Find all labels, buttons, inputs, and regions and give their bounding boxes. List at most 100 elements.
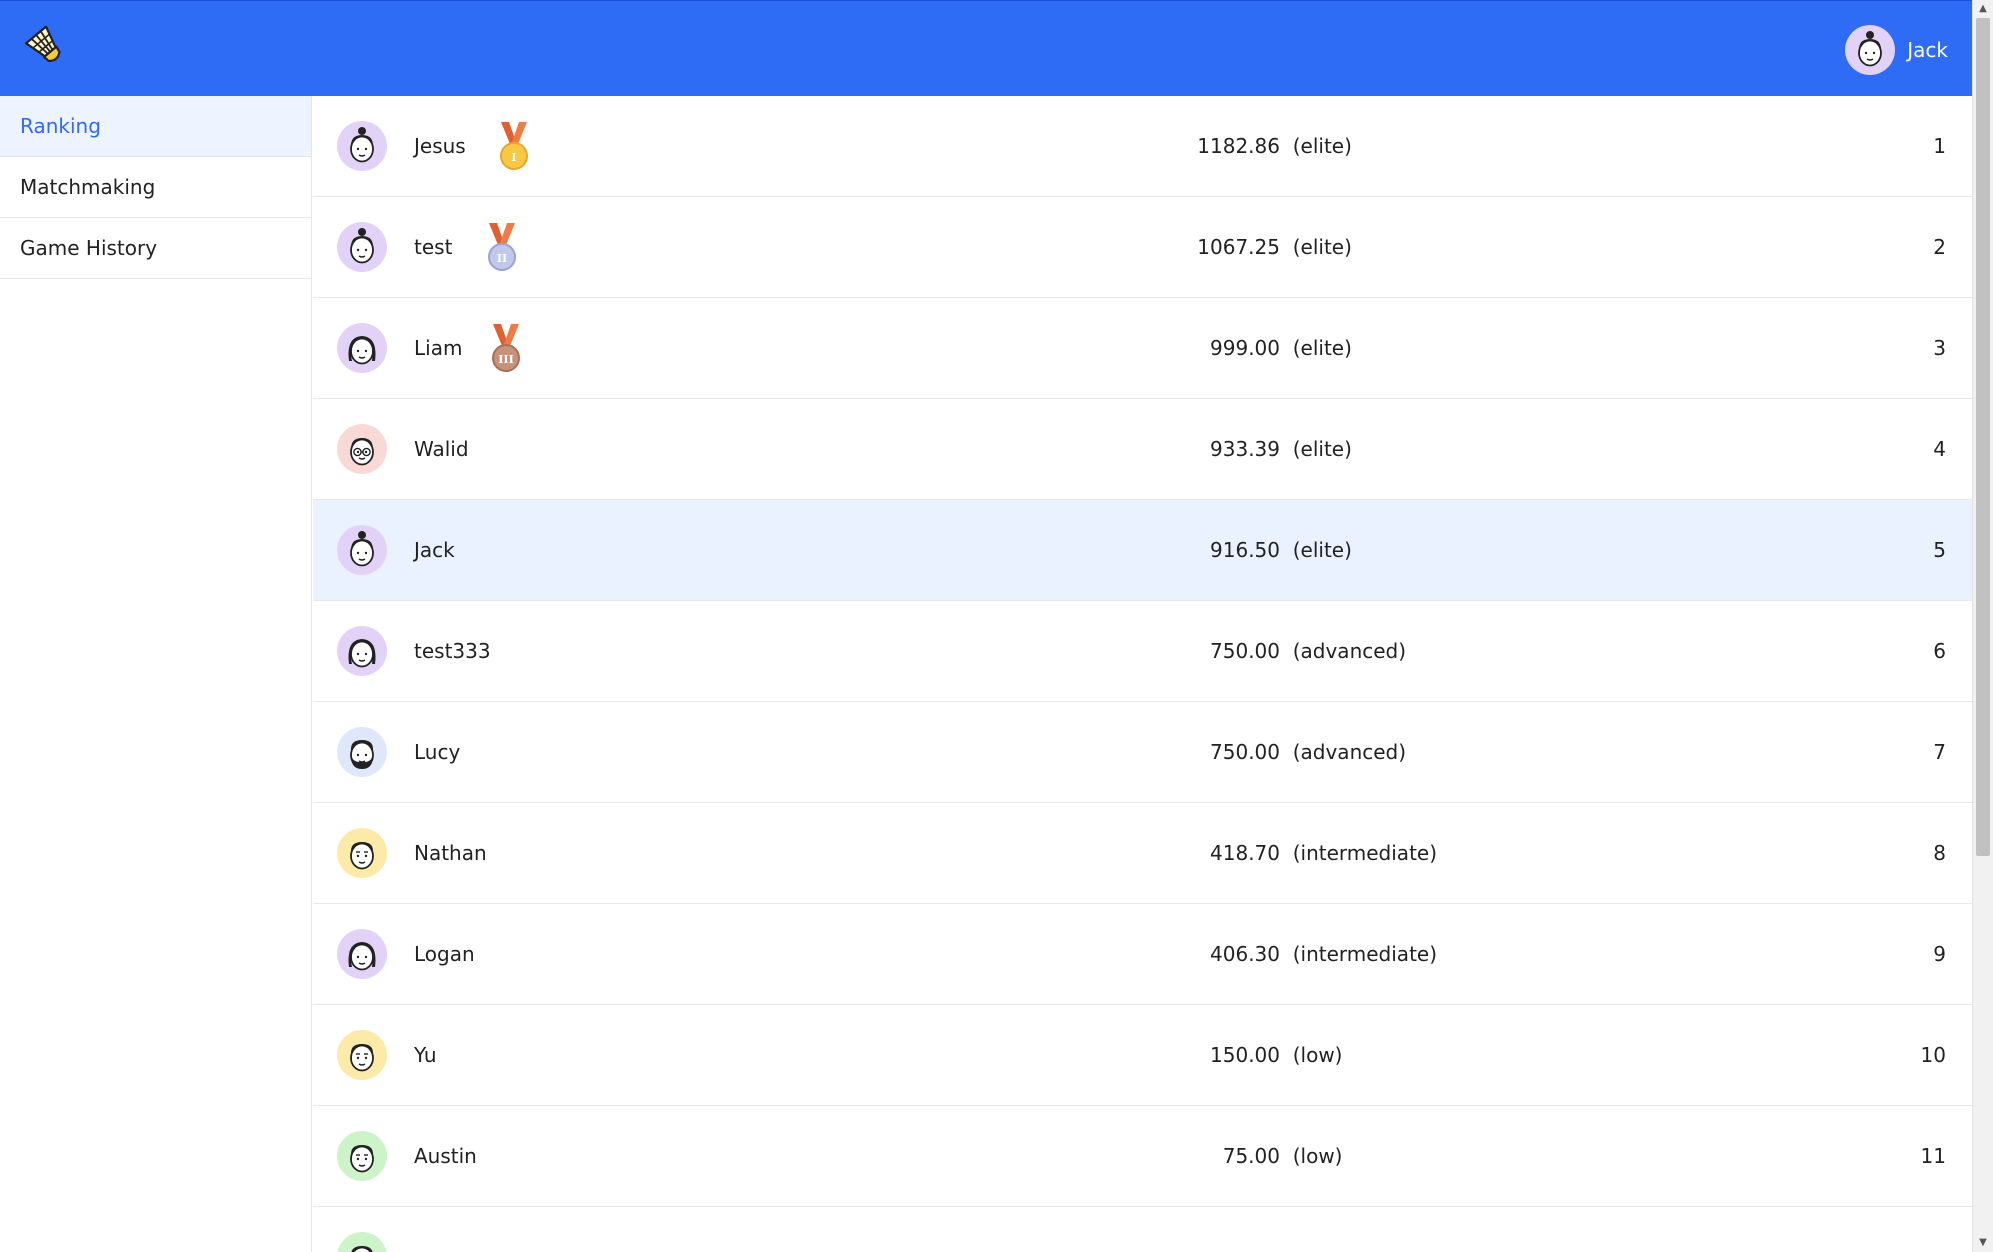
- vertical-scrollbar[interactable]: ▲ ▼: [1972, 0, 1993, 1252]
- player-name[interactable]: test333: [414, 639, 491, 663]
- scroll-up-icon[interactable]: ▲: [1978, 4, 1988, 14]
- avatar-long-hair-icon: [337, 626, 387, 676]
- player-name[interactable]: Austin: [414, 1144, 477, 1168]
- ranking-row[interactable]: Jesus I 1182.86 (elite) 1: [313, 96, 1972, 197]
- rating-score: 750.00: [1210, 740, 1280, 764]
- rank-number: 8: [1933, 841, 1946, 865]
- rating-value: [1180, 1245, 1280, 1252]
- avatar-beard-icon: [337, 727, 387, 777]
- rating-gap: [1280, 235, 1293, 259]
- silver-medal-icon: II: [485, 221, 519, 273]
- skill-level: (advanced): [1292, 639, 1407, 663]
- rating-value: 933.39 (elite): [1180, 437, 1352, 461]
- rank-number: 1: [1933, 134, 1946, 158]
- rating-score: 916.50: [1210, 538, 1280, 562]
- player-name[interactable]: Yu: [414, 1043, 437, 1067]
- rating-value: 406.30 (intermediate): [1180, 942, 1437, 966]
- top-header: Jack: [0, 0, 1972, 96]
- shuttlecock-icon[interactable]: [24, 25, 70, 71]
- rating-value: 750.00 (advanced): [1180, 740, 1406, 764]
- player-name[interactable]: Liam: [414, 336, 462, 360]
- rating-score: 418.70: [1210, 841, 1280, 865]
- skill-level: (intermediate): [1292, 942, 1438, 966]
- rating-gap: [1280, 639, 1293, 663]
- player-name[interactable]: Logan: [414, 942, 475, 966]
- player-name[interactable]: Lucy: [414, 740, 460, 764]
- skill-level: (elite): [1292, 134, 1352, 158]
- rating-gap: [1280, 1043, 1293, 1067]
- avatar-bun-icon: [337, 525, 387, 575]
- rating-score: 999.00: [1210, 336, 1280, 360]
- rank-number: 10: [1920, 1043, 1946, 1067]
- ranking-row[interactable]: Logan 406.30 (intermediate) 9: [313, 904, 1972, 1005]
- ranking-row[interactable]: Jack 916.50 (elite) 5: [313, 500, 1972, 601]
- avatar-bun-icon: [337, 121, 387, 171]
- player-name[interactable]: Jesus: [414, 134, 466, 158]
- avatar-long-hair-icon: [337, 929, 387, 979]
- bronze-medal-icon: III: [489, 322, 523, 374]
- rating-score: 1182.86: [1197, 134, 1280, 158]
- rank-number: 4: [1933, 437, 1946, 461]
- player-name[interactable]: Jack: [414, 538, 455, 562]
- rating-value: 150.00 (low): [1180, 1043, 1342, 1067]
- ranking-row[interactable]: Yu 150.00 (low) 10: [313, 1005, 1972, 1106]
- rating-gap: [1280, 538, 1293, 562]
- rating-gap: [1280, 942, 1293, 966]
- player-name[interactable]: Walid: [414, 437, 469, 461]
- rating-gap: [1280, 134, 1293, 158]
- rating-value: 1182.86 (elite): [1180, 134, 1352, 158]
- scrollbar-thumb[interactable]: [1976, 18, 1990, 856]
- ranking-row[interactable]: [313, 1207, 1972, 1252]
- ranking-row[interactable]: Nathan 418.70 (intermediate) 8: [313, 803, 1972, 904]
- ranking-row[interactable]: Lucy 750.00 (advanced) 7: [313, 702, 1972, 803]
- ranking-row[interactable]: test II 1067.25 (elite) 2: [313, 197, 1972, 298]
- avatar-short-hair-icon: [337, 1131, 387, 1181]
- avatar-long-hair-icon: [337, 323, 387, 373]
- ranking-row[interactable]: Walid 933.39 (elite) 4: [313, 399, 1972, 500]
- skill-level: (intermediate): [1292, 841, 1438, 865]
- avatar-bun-icon: [337, 222, 387, 272]
- rating-value: 916.50 (elite): [1180, 538, 1352, 562]
- rank-number: 3: [1933, 336, 1946, 360]
- sidebar: Ranking Matchmaking Game History: [0, 96, 312, 1252]
- rating-value: 418.70 (intermediate): [1180, 841, 1437, 865]
- rating-value: 1067.25 (elite): [1180, 235, 1352, 259]
- rank-number: 6: [1933, 639, 1946, 663]
- rating-gap: [1280, 841, 1293, 865]
- ranking-row[interactable]: Austin 75.00 (low) 11: [313, 1106, 1972, 1207]
- svg-text:III: III: [498, 353, 513, 366]
- user-menu[interactable]: Jack: [1845, 25, 1948, 75]
- rating-value: 75.00 (low): [1180, 1144, 1343, 1168]
- skill-level: (elite): [1292, 235, 1352, 259]
- player-name[interactable]: test: [414, 235, 452, 259]
- sidebar-item-game-history[interactable]: Game History: [0, 218, 311, 279]
- rank-number: 11: [1920, 1144, 1946, 1168]
- avatar-bun-icon: [1845, 25, 1896, 75]
- sidebar-item-matchmaking[interactable]: Matchmaking: [0, 157, 311, 218]
- skill-level: (advanced): [1292, 740, 1407, 764]
- rank-number: 7: [1933, 740, 1946, 764]
- ranking-row[interactable]: Liam III 999.00 (elite) 3: [313, 298, 1972, 399]
- rating-score: 75.00: [1222, 1144, 1280, 1168]
- rating-value: 999.00 (elite): [1180, 336, 1352, 360]
- avatar-short-hair-icon: [337, 1030, 387, 1080]
- avatar-glasses-icon: [337, 424, 387, 474]
- user-name: Jack: [1907, 38, 1948, 62]
- ranking-list: Jesus I 1182.86 (elite) 1 test II 1067.25 (eli…: [313, 96, 1972, 1252]
- rating-score: 406.30: [1210, 942, 1280, 966]
- avatar-short-hair-icon: [337, 828, 387, 878]
- gold-medal-icon: I: [497, 120, 531, 172]
- skill-level: (elite): [1292, 437, 1352, 461]
- rating-value: 750.00 (advanced): [1180, 639, 1406, 663]
- player-name[interactable]: Nathan: [414, 841, 487, 865]
- sidebar-item-ranking[interactable]: Ranking: [0, 96, 311, 157]
- scroll-down-icon[interactable]: ▼: [1978, 1238, 1988, 1248]
- rating-score: 933.39: [1210, 437, 1280, 461]
- svg-text:II: II: [497, 252, 507, 265]
- rating-score: 750.00: [1210, 639, 1280, 663]
- rank-number: 2: [1933, 235, 1946, 259]
- rating-score: 150.00: [1210, 1043, 1280, 1067]
- avatar-short-hair-icon: [337, 1232, 387, 1252]
- ranking-row[interactable]: test333 750.00 (advanced) 6: [313, 601, 1972, 702]
- rating-gap: [1280, 437, 1293, 461]
